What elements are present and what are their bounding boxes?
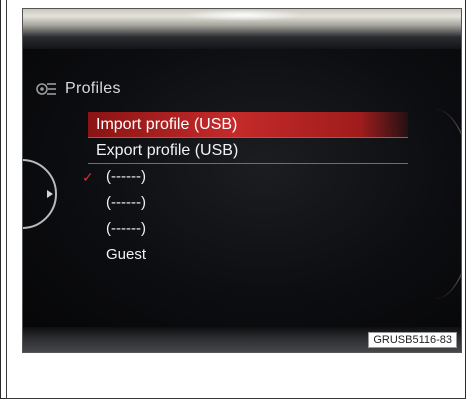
idrive-screen-photo: Profiles Import profile (USB) Export pro… (22, 8, 462, 353)
controller-arrow-icon (47, 190, 53, 198)
left-margin-rule (6, 0, 7, 398)
menu-item-profile-1[interactable]: ✓ (------) (82, 164, 408, 190)
menu-item-label: Guest (106, 246, 147, 263)
menu-item-profile-3[interactable]: (------) (88, 216, 408, 242)
light-glare (183, 9, 303, 21)
gear-list-icon (36, 83, 56, 95)
menu-item-label: (------) (106, 220, 146, 237)
menu-item-label: (------) (106, 168, 146, 185)
menu-item-label: Import profile (USB) (96, 116, 238, 133)
profiles-menu: Import profile (USB) Export profile (USB… (82, 112, 408, 268)
menu-item-guest[interactable]: Guest (88, 242, 408, 268)
checkmark-icon: ✓ (82, 169, 94, 185)
menu-item-import-profile[interactable]: Import profile (USB) (88, 112, 408, 138)
menu-header: Profiles (35, 79, 121, 99)
bottom-margin-rule (6, 398, 466, 399)
menu-item-label: Export profile (USB) (96, 142, 239, 159)
menu-item-profile-2[interactable]: (------) (88, 190, 408, 216)
page-title: Profiles (65, 80, 121, 97)
menu-item-export-profile[interactable]: Export profile (USB) (88, 138, 408, 164)
menu-item-label: (------) (106, 194, 146, 211)
figure-caption: GRUSB5116-83 (368, 332, 457, 348)
